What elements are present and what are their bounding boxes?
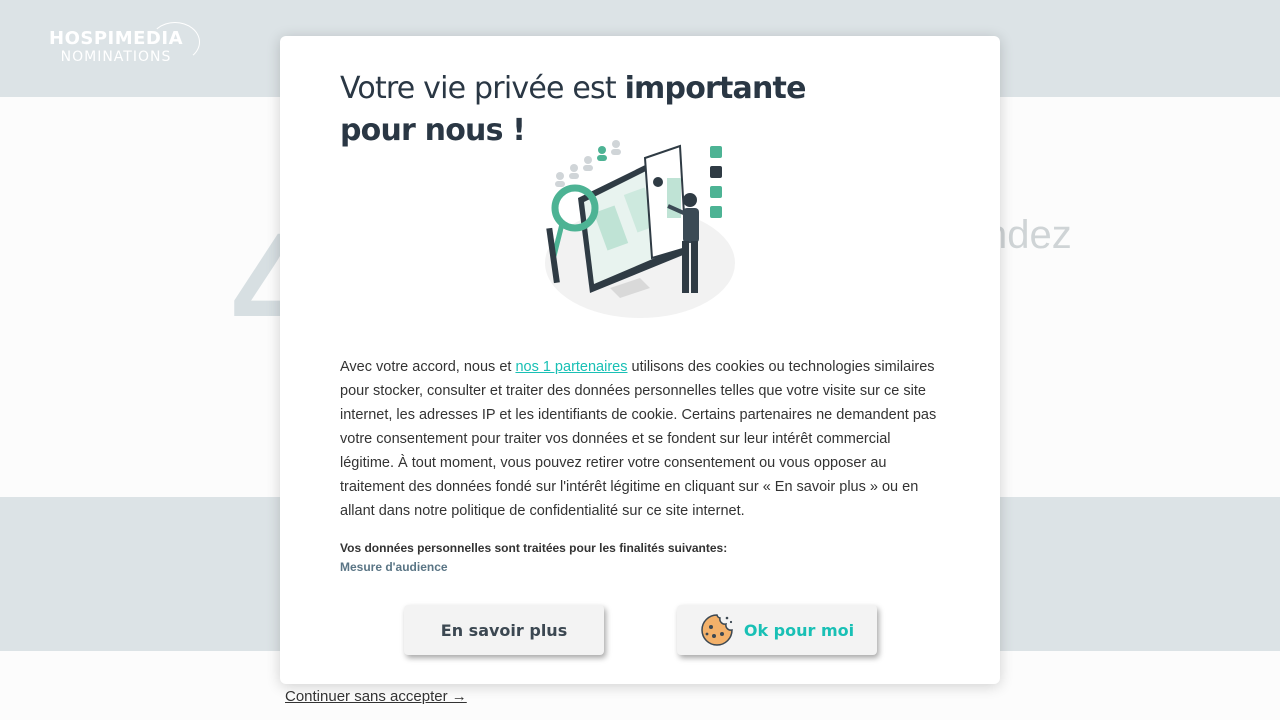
learn-more-label: En savoir plus bbox=[440, 620, 568, 640]
cookie-icon bbox=[701, 614, 733, 646]
purposes-heading: Vos données personnelles sont traitées p… bbox=[340, 541, 728, 555]
continue-without-accepting-link[interactable]: Continuer sans accepter → bbox=[285, 688, 467, 705]
privacy-illustration bbox=[545, 140, 735, 318]
logo-arc-decoration bbox=[150, 22, 200, 62]
modal-title-light: Votre vie privée est bbox=[340, 71, 625, 106]
description-start: Avec votre accord, nous et bbox=[340, 359, 516, 375]
description-rest: utilisons des cookies ou technologies si… bbox=[340, 359, 937, 519]
accept-label: Ok pour moi bbox=[743, 620, 855, 640]
cookie-consent-modal: Votre vie privée est importante pour nou… bbox=[280, 36, 1000, 684]
accept-button[interactable]: Ok pour moi bbox=[677, 605, 877, 655]
learn-more-button[interactable]: En savoir plus bbox=[404, 605, 604, 655]
purpose-item: Mesure d'audience bbox=[340, 560, 448, 574]
partners-link[interactable]: nos 1 partenaires bbox=[515, 359, 627, 375]
consent-description: Avec votre accord, nous et nos 1 partena… bbox=[340, 355, 945, 523]
